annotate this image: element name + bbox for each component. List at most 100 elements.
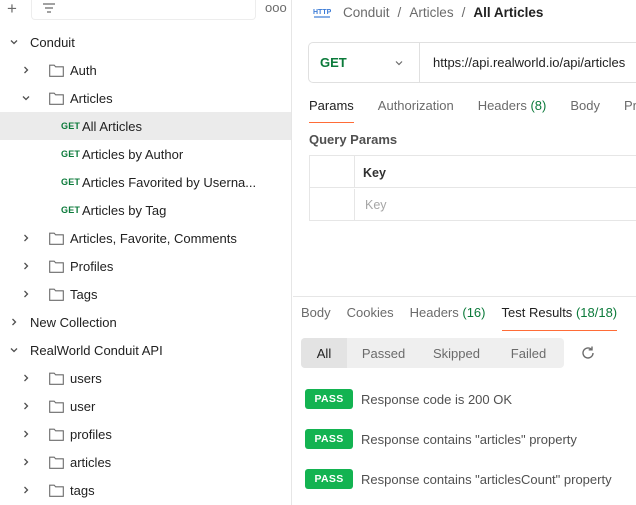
add-icon[interactable]: +	[7, 0, 17, 18]
folder-item[interactable]: profiles	[0, 420, 291, 448]
table-header-row: Key	[310, 156, 636, 188]
query-params-table: Key Key	[309, 155, 636, 221]
filter-all-button[interactable]: All	[301, 338, 347, 368]
method-badge: GET	[61, 149, 81, 159]
pass-badge: PASS	[305, 429, 353, 449]
chevron-right-icon[interactable]	[21, 233, 31, 243]
test-result-text: Response contains "articlesCount" proper…	[361, 471, 612, 487]
filter-skipped-button[interactable]: Skipped	[420, 338, 493, 368]
chevron-down-icon[interactable]	[9, 345, 19, 355]
tree-item-label: Auth	[70, 62, 97, 78]
tree-item-label: Tags	[70, 286, 98, 302]
tree-item-label: articles	[70, 454, 112, 470]
query-params-title: Query Params	[309, 132, 398, 147]
chevron-down-icon[interactable]	[21, 93, 31, 103]
folder-icon	[49, 260, 64, 273]
column-divider	[354, 156, 355, 187]
tab-body[interactable]: Body	[570, 98, 600, 118]
tab-label: Params	[309, 98, 354, 113]
svg-text:HTTP: HTTP	[313, 9, 331, 16]
tab-params[interactable]: Params	[309, 98, 354, 123]
test-result-text: Response contains "articles" property	[361, 431, 577, 447]
method-select[interactable]: GET	[309, 43, 420, 82]
chevron-right-icon[interactable]	[21, 485, 31, 495]
chevron-right-icon[interactable]	[21, 289, 31, 299]
tree-item-label: Articles by Tag	[82, 202, 167, 218]
folder-item[interactable]: Profiles	[0, 252, 291, 280]
folder-item[interactable]: Tags	[0, 280, 291, 308]
more-options-icon[interactable]: ooo	[265, 0, 287, 16]
filter-passed-button[interactable]: Passed	[347, 338, 420, 368]
tree-item-label: RealWorld Conduit API	[30, 342, 163, 358]
filter-input[interactable]	[31, 0, 256, 20]
response-tabs: Body Cookies Headers (16) Test Results (…	[301, 305, 633, 331]
tree-item-label: Articles by Author	[82, 146, 184, 162]
request-item[interactable]: GET Articles by Tag	[0, 196, 291, 224]
breadcrumb-item-conduit[interactable]: Conduit	[343, 5, 390, 20]
folder-icon	[49, 232, 64, 245]
folder-item[interactable]: articles	[0, 448, 291, 476]
request-item[interactable]: GET All Articles	[0, 112, 291, 140]
collection-item[interactable]: RealWorld Conduit API	[0, 336, 291, 364]
tree-item-label: New Collection	[30, 314, 117, 330]
tree-item-label: profiles	[70, 426, 112, 442]
chevron-right-icon[interactable]	[21, 457, 31, 467]
tab-label: Headers	[409, 305, 459, 320]
key-input[interactable]: Key	[365, 198, 387, 212]
tree-item-label: Articles Favorited by Userna...	[82, 174, 257, 190]
chevron-right-icon[interactable]	[21, 373, 31, 383]
result-filter-group: All Passed Skipped Failed	[301, 338, 564, 368]
tab-label: Cookies	[346, 305, 394, 320]
tab-label: Body	[301, 305, 331, 320]
method-label: GET	[320, 55, 347, 70]
breadcrumb-item-articles[interactable]: Articles	[409, 5, 453, 20]
tab-response-body[interactable]: Body	[301, 305, 331, 325]
table-row: Key	[310, 189, 636, 221]
request-item[interactable]: GET Articles by Author	[0, 140, 291, 168]
folder-item[interactable]: users	[0, 364, 291, 392]
request-item[interactable]: GET Articles Favorited by Userna...	[0, 168, 291, 196]
folder-item[interactable]: user	[0, 392, 291, 420]
chevron-right-icon[interactable]	[21, 65, 31, 75]
folder-item[interactable]: Articles	[0, 84, 291, 112]
http-icon: HTTP	[313, 9, 331, 18]
chevron-down-icon[interactable]	[9, 37, 19, 47]
test-result-row: PASS Response contains "articles" proper…	[305, 429, 577, 449]
folder-item[interactable]: Auth	[0, 56, 291, 84]
tab-test-results[interactable]: Test Results (18/18)	[501, 305, 618, 331]
filter-failed-button[interactable]: Failed	[493, 338, 564, 368]
chevron-right-icon[interactable]	[21, 401, 31, 411]
tab-headers[interactable]: Headers (8)	[478, 98, 547, 118]
tab-label: Pr	[623, 98, 636, 113]
test-result-text: Response code is 200 OK	[361, 391, 513, 407]
tab-label: Body	[570, 98, 600, 113]
url-input[interactable]: https://api.realworld.io/api/articles	[420, 55, 625, 70]
breadcrumb-separator: /	[461, 4, 466, 20]
tab-pre-request[interactable]: Pr	[624, 98, 636, 118]
folder-icon	[49, 92, 64, 105]
tab-response-headers[interactable]: Headers (16)	[410, 305, 486, 325]
tab-count: (18/18)	[575, 305, 618, 320]
chevron-right-icon[interactable]	[21, 429, 31, 439]
sidebar: + ooo Conduit Auth Articles GET All Articles…	[0, 0, 292, 505]
collection-item[interactable]: Conduit	[0, 28, 291, 56]
collection-item[interactable]: New Collection	[0, 308, 291, 336]
method-badge: GET	[61, 177, 81, 187]
method-badge: GET	[61, 205, 81, 215]
chevron-right-icon[interactable]	[21, 261, 31, 271]
pass-badge: PASS	[305, 389, 353, 409]
tree-item-label: users	[70, 370, 102, 386]
chevron-right-icon[interactable]	[9, 317, 19, 327]
folder-item[interactable]: Articles, Favorite, Comments	[0, 224, 291, 252]
tab-label: Headers	[477, 98, 527, 113]
request-panel: HTTP Conduit / Articles / All Articles G…	[293, 0, 636, 505]
breadcrumb-separator: /	[397, 4, 402, 20]
tree-item-label: Profiles	[70, 258, 114, 274]
pane-divider[interactable]	[293, 296, 636, 297]
refresh-icon[interactable]	[579, 344, 597, 362]
tab-authorization[interactable]: Authorization	[378, 98, 454, 118]
breadcrumb-current: All Articles	[473, 4, 544, 20]
folder-item[interactable]: tags	[0, 476, 291, 504]
method-badge: GET	[61, 121, 81, 131]
tab-cookies[interactable]: Cookies	[347, 305, 394, 325]
